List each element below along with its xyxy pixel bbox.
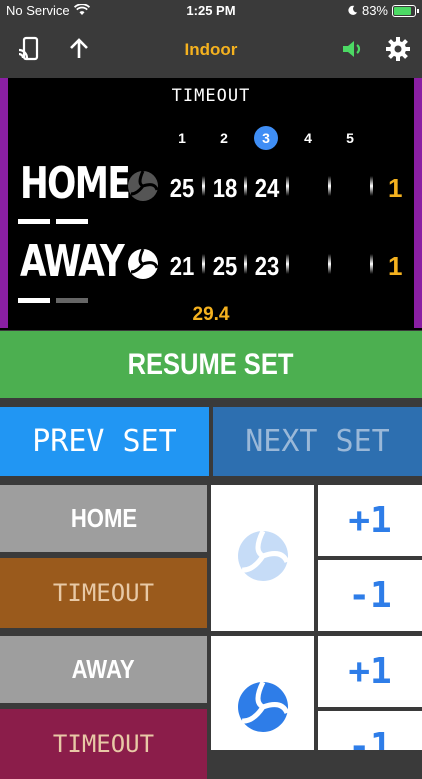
away-team-label: AWAY	[71, 654, 136, 684]
score-separator	[202, 254, 205, 274]
away-score-set-3: 23	[254, 251, 280, 281]
away-sets-won: 1	[388, 251, 403, 281]
home-sets-won: 1	[388, 173, 403, 203]
score-separator	[328, 254, 331, 274]
set-number-5: 5	[346, 130, 354, 146]
away-timeout-button[interactable]: TIMEOUT	[0, 709, 207, 779]
battery-percent: 83%	[361, 3, 388, 18]
volleyball-serving-icon	[128, 248, 159, 279]
right-edge	[414, 78, 422, 328]
home-score-set-2: 18	[212, 173, 238, 203]
away-score-set-2: 25	[212, 251, 238, 281]
battery-icon	[392, 4, 419, 17]
home-serve-bar-1	[18, 219, 50, 224]
away-serve-bar-2	[56, 298, 88, 303]
score-separator	[244, 176, 247, 196]
moon-icon	[348, 5, 358, 15]
home-team-label: HOME	[70, 503, 137, 533]
resume-set-label: RESUME SET	[128, 348, 294, 381]
set-number-1: 1	[178, 130, 186, 146]
home-serve-toggle[interactable]	[211, 485, 314, 631]
score-separator	[370, 176, 373, 196]
home-team-button[interactable]: HOME	[0, 485, 207, 552]
home-timeout-button[interactable]: TIMEOUT	[0, 558, 207, 628]
home-name: HOME	[20, 158, 131, 209]
home-score-set-1: 25	[169, 173, 195, 203]
home-plus-one-button[interactable]: +1	[318, 485, 422, 556]
score-separator	[370, 254, 373, 274]
timeout-indicator: TIMEOUT	[171, 86, 251, 106]
speaker-icon[interactable]	[340, 36, 366, 62]
set-number-3-active: 3	[254, 126, 278, 150]
score-separator	[244, 254, 247, 274]
away-serve-toggle[interactable]	[211, 636, 314, 750]
set-number-4: 4	[304, 130, 312, 146]
scoreboard: TIMEOUT 1 2 3 4 5 HOME 25 18 24 1 AWAY 2…	[0, 78, 422, 330]
left-edge	[0, 78, 8, 328]
set-number-2: 2	[220, 130, 228, 146]
away-team-button[interactable]: AWAY	[0, 636, 207, 703]
timeout-clock: 29.4	[192, 304, 230, 325]
volleyball-serving-icon	[238, 680, 290, 732]
prev-set-button[interactable]: PREV SET	[0, 407, 209, 476]
away-serve-bar-1	[18, 298, 50, 303]
away-plus-one-button[interactable]: +1	[318, 636, 422, 707]
resume-set-button[interactable]: RESUME SET	[0, 331, 422, 398]
home-serve-bar-2	[56, 219, 88, 224]
volleyball-icon	[128, 170, 159, 201]
away-name: AWAY	[20, 236, 125, 287]
away-minus-one-button[interactable]: -1	[318, 711, 422, 750]
next-set-button[interactable]: NEXT SET	[213, 407, 422, 476]
score-separator	[202, 176, 205, 196]
status-bar: No Service 1:25 PM 83%	[0, 0, 422, 22]
score-separator	[328, 176, 331, 196]
nav-bar: Indoor	[0, 22, 422, 78]
gear-icon[interactable]	[385, 36, 411, 62]
away-score-set-1: 21	[169, 251, 195, 281]
score-separator	[286, 176, 289, 196]
score-separator	[286, 254, 289, 274]
home-minus-one-button[interactable]: -1	[318, 560, 422, 631]
home-score-set-3: 24	[254, 173, 280, 203]
volleyball-icon	[238, 529, 290, 581]
